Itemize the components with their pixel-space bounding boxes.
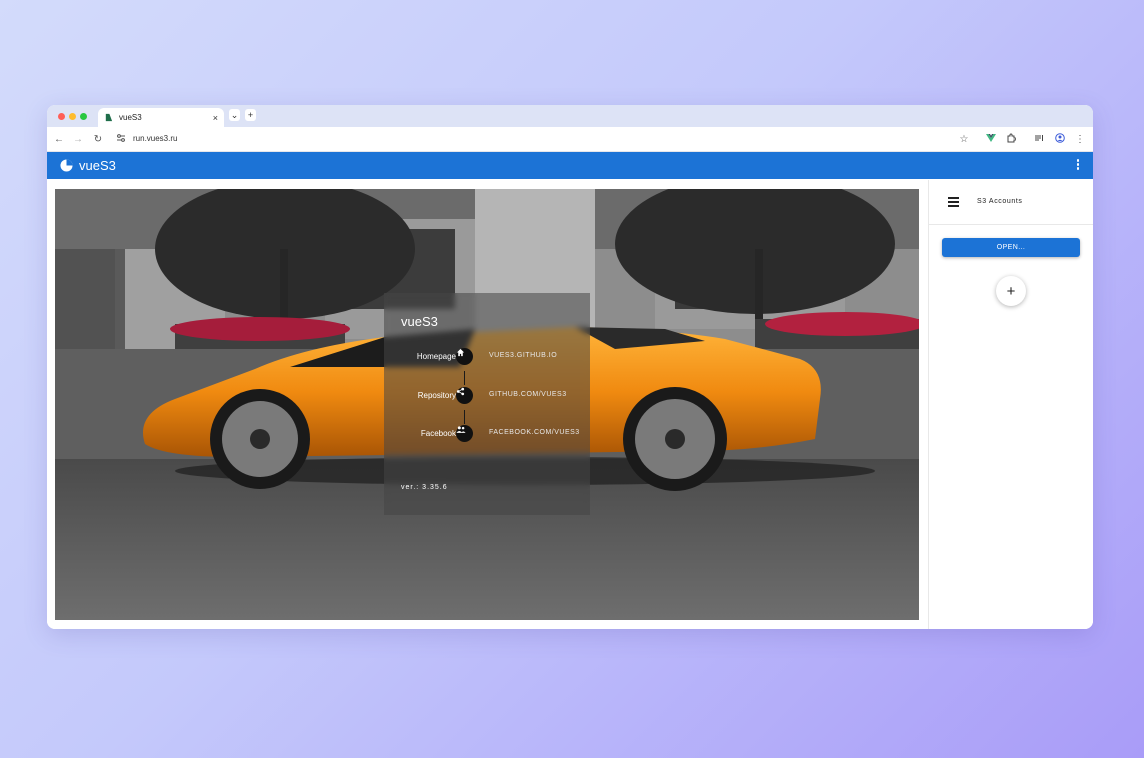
browser-window: vueS3 × ⌄ + ← → ↻ run.vues3.ru ☆ ⋮ vueS3…	[47, 105, 1093, 629]
info-card: vueS3 Homepage VUES3.GITHUB.IO Repositor…	[384, 293, 590, 515]
app-menu-icon[interactable]	[1075, 159, 1081, 171]
browser-toolbar: ← → ↻ run.vues3.ru ☆ ⋮	[47, 127, 1093, 152]
panel-title: S3 Accounts	[977, 198, 1023, 205]
home-icon	[456, 348, 473, 365]
site-settings-icon[interactable]	[115, 133, 127, 147]
app-title: vueS3	[79, 158, 116, 173]
vue-devtools-extension-icon[interactable]	[985, 133, 997, 147]
repository-label: Repository	[417, 391, 456, 400]
address-bar[interactable]: run.vues3.ru	[133, 134, 177, 143]
version-label: ver.: 3.35.6	[401, 484, 448, 491]
bookmark-star-icon[interactable]: ☆	[958, 133, 970, 146]
repository-row: Repository GITHUB.COM/VUES3	[384, 386, 590, 406]
tab-list-button[interactable]: ⌄	[229, 109, 240, 121]
profile-avatar-icon[interactable]	[1054, 133, 1066, 147]
forward-icon[interactable]: →	[72, 133, 84, 146]
vues3-logo-icon	[60, 159, 73, 172]
vues3-favicon-icon	[105, 113, 113, 122]
storage-list-icon	[948, 197, 959, 207]
hero-image: vueS3 Homepage VUES3.GITHUB.IO Repositor…	[55, 189, 919, 620]
new-tab-button[interactable]: +	[245, 109, 256, 121]
reload-icon[interactable]: ↻	[92, 133, 104, 146]
browser-menu-icon[interactable]: ⋮	[1074, 133, 1086, 146]
tab-vues3[interactable]: vueS3 ×	[98, 108, 224, 127]
zoom-window-button[interactable]	[80, 113, 87, 120]
share-icon	[456, 387, 473, 404]
timeline-connector	[464, 410, 465, 424]
repository-link[interactable]: GITHUB.COM/VUES3	[489, 391, 567, 398]
app-bar: vueS3	[47, 152, 1093, 179]
extensions-puzzle-icon[interactable]	[1005, 133, 1017, 147]
facebook-row: Facebook FACEBOOK.COM/VUES3	[384, 424, 590, 444]
tab-strip: vueS3 × ⌄ +	[47, 105, 1093, 127]
main-content: vueS3 Homepage VUES3.GITHUB.IO Repositor…	[47, 180, 1093, 629]
card-title: vueS3	[401, 314, 438, 329]
add-account-button[interactable]: +	[996, 276, 1026, 306]
reading-list-icon[interactable]	[1033, 133, 1045, 147]
tab-close-icon[interactable]: ×	[213, 113, 218, 123]
facebook-label: Facebook	[420, 429, 456, 438]
back-icon[interactable]: ←	[53, 133, 65, 146]
timeline-connector	[464, 371, 465, 385]
homepage-link[interactable]: VUES3.GITHUB.IO	[489, 352, 557, 359]
s3-accounts-panel: S3 Accounts OPEN... +	[928, 180, 1093, 629]
close-window-button[interactable]	[58, 113, 65, 120]
homepage-label: Homepage	[416, 352, 456, 361]
minimize-window-button[interactable]	[69, 113, 76, 120]
open-button[interactable]: OPEN...	[942, 238, 1080, 257]
homepage-row: Homepage VUES3.GITHUB.IO	[384, 347, 590, 367]
tab-title: vueS3	[119, 113, 142, 122]
panel-header: S3 Accounts	[929, 180, 1093, 225]
group-icon	[456, 425, 473, 442]
facebook-link[interactable]: FACEBOOK.COM/VUES3	[489, 429, 580, 436]
